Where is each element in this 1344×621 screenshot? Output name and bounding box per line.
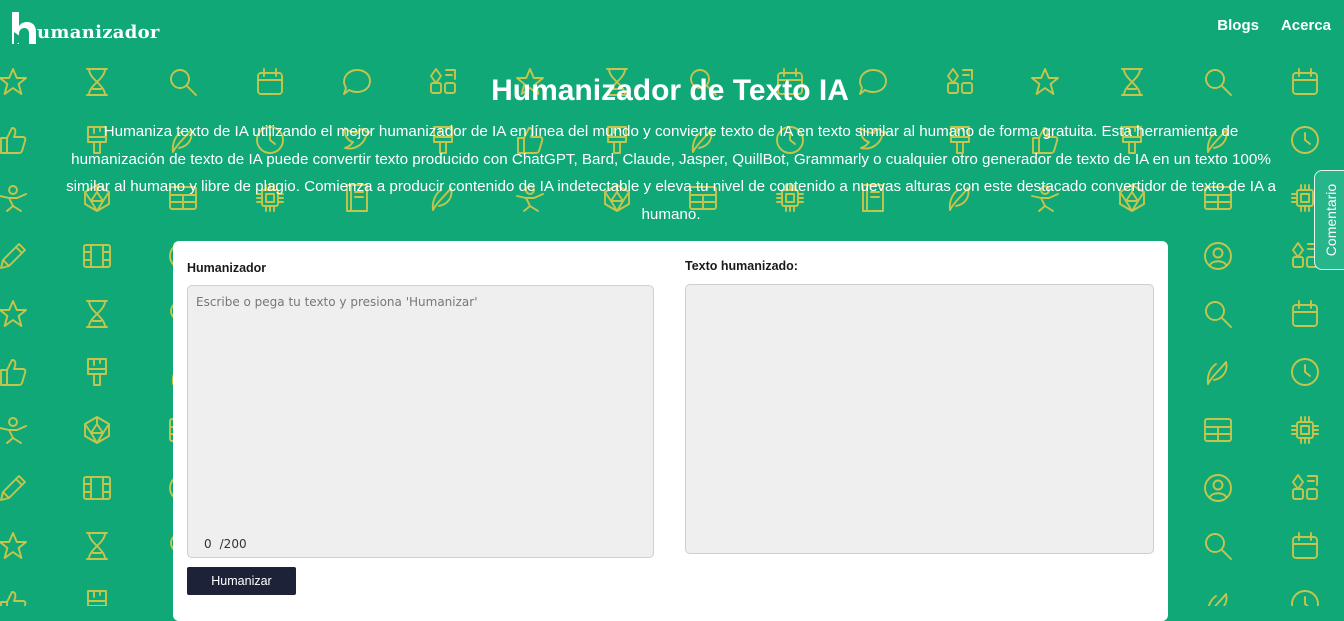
logo-mark-icon [12, 12, 36, 46]
input-textarea[interactable] [188, 286, 653, 526]
person-icon [0, 185, 27, 212]
pen-icon [0, 243, 26, 269]
dice-icon [84, 416, 110, 444]
clock-icon [1291, 358, 1319, 386]
thumbs-up-icon [0, 591, 27, 606]
input-field-container: 0/200 [187, 285, 654, 558]
output-textarea[interactable] [685, 284, 1154, 554]
nav-link-blogs[interactable]: Blogs [1217, 17, 1259, 34]
character-counter: 0/200 [204, 537, 247, 551]
search-icon [1205, 301, 1232, 328]
person-icon [0, 417, 27, 444]
chip-icon [1291, 416, 1319, 444]
feedback-tab[interactable]: Comentario [1314, 170, 1344, 270]
humanizer-card: Humanizador 0/200 Humanizar Texto humani… [173, 241, 1168, 621]
brush-icon [87, 590, 107, 606]
clock-icon [1291, 126, 1319, 154]
star-icon [0, 532, 27, 559]
logo-text: umanizador [37, 21, 160, 43]
user-circle-icon [1204, 242, 1232, 270]
main-nav: Blogs Acerca [1217, 17, 1331, 34]
page-title: Humanizador de Texto IA [491, 74, 849, 107]
thumbs-up-icon [0, 359, 27, 386]
nav-link-acerca[interactable]: Acerca [1281, 17, 1331, 34]
thumbs-up-icon [0, 127, 27, 154]
output-label: Texto humanizado: [685, 259, 798, 273]
hourglass-icon [86, 300, 108, 328]
character-count: 0 [204, 537, 212, 551]
star-icon [0, 300, 27, 327]
page-description: Humaniza texto de IA utilizando el mejor… [66, 123, 1276, 223]
brush-icon [87, 358, 107, 386]
calendar-icon [1292, 532, 1318, 559]
search-icon [1205, 533, 1232, 560]
plant-icon [1206, 361, 1228, 385]
apps-icon [1292, 474, 1318, 500]
film-icon [83, 244, 111, 268]
character-limit: /200 [219, 537, 247, 551]
table-icon [1204, 418, 1232, 442]
film-icon [83, 476, 111, 500]
calendar-icon [1292, 300, 1318, 327]
pen-icon [0, 475, 26, 501]
plant-icon [1206, 593, 1228, 606]
clock-icon [1291, 590, 1319, 606]
feedback-tab-label: Comentario [1322, 183, 1339, 257]
top-bar: umanizador Blogs Acerca [0, 0, 1344, 54]
hourglass-icon [86, 532, 108, 560]
humanize-button[interactable]: Humanizar [187, 567, 296, 595]
input-label: Humanizador [187, 261, 267, 275]
user-circle-icon [1204, 474, 1232, 502]
logo[interactable]: umanizador [8, 10, 160, 48]
